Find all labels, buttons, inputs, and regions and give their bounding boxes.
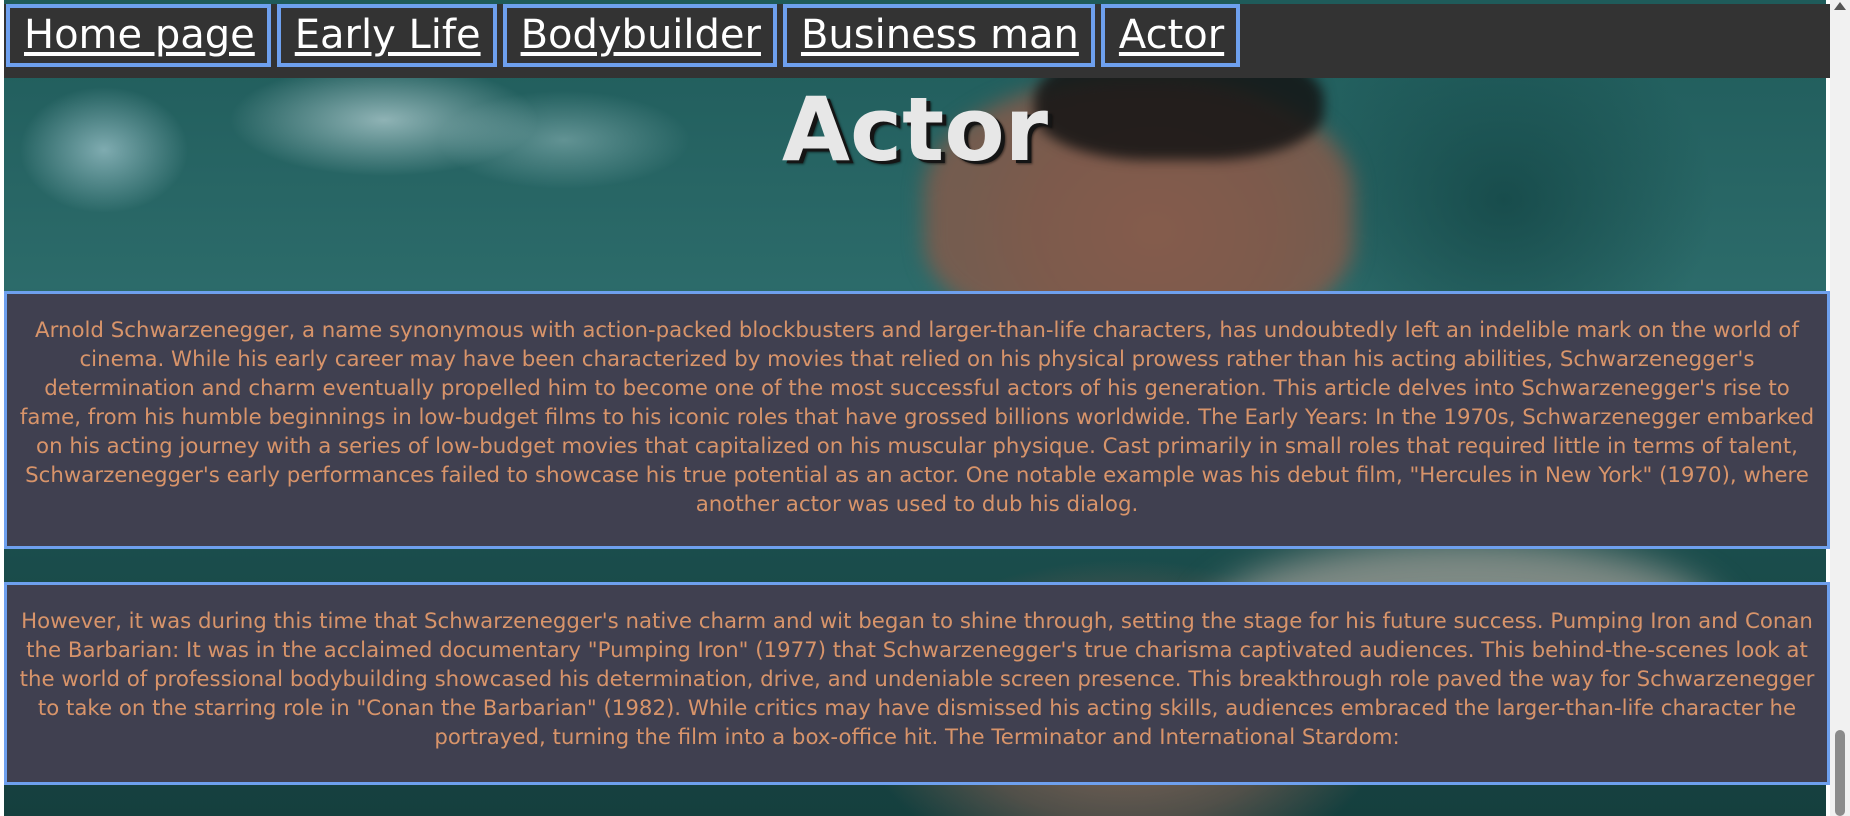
text-section-2: However, it was during this time that Sc… <box>4 582 1830 785</box>
page-title: Actor <box>781 78 1049 181</box>
nav-link-home-page[interactable]: Home page <box>6 4 271 67</box>
nav-link-actor[interactable]: Actor <box>1100 4 1241 67</box>
nav-link-early-life[interactable]: Early Life <box>276 4 497 67</box>
nav-link-business-man[interactable]: Business man <box>782 4 1095 67</box>
section-1-text: Arnold Schwarzenegger, a name synonymous… <box>19 318 1815 517</box>
scrollbar-thumb[interactable] <box>1835 730 1845 816</box>
page: Home page Early Life Bodybuilder Busines… <box>0 0 1850 816</box>
text-section-1: Arnold Schwarzenegger, a name synonymous… <box>4 291 1830 549</box>
scroll-up-arrow-icon[interactable] <box>1834 2 1846 10</box>
top-navigation: Home page Early Life Bodybuilder Busines… <box>4 4 1834 78</box>
nav-link-bodybuilder[interactable]: Bodybuilder <box>502 4 777 67</box>
section-2-text: However, it was during this time that Sc… <box>19 609 1815 750</box>
vertical-scrollbar[interactable] <box>1830 0 1850 816</box>
